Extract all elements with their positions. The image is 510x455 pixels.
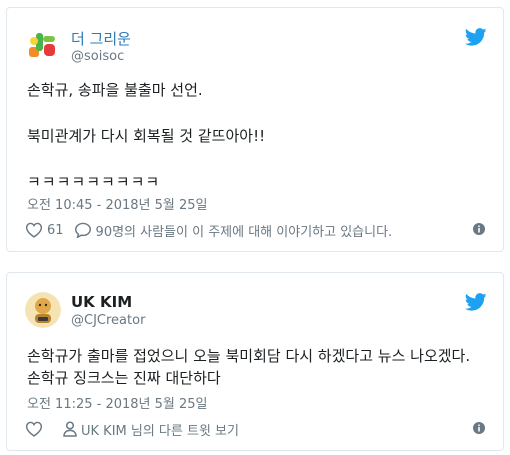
more-tweets-label: UK KIM 님의 다른 트윗 보기 [81, 423, 239, 439]
person-icon [63, 421, 77, 437]
heart-icon [25, 222, 43, 238]
user-handle[interactable]: @soisoc [71, 49, 124, 64]
tweet-actions: 61 90명의 사람들이 이 주제에 대해 이야기하고 있습니다. [25, 219, 485, 241]
display-name[interactable]: UK KIM [71, 293, 132, 311]
info-icon[interactable] [473, 422, 485, 434]
twitter-bird-icon[interactable] [465, 293, 487, 311]
tweet-text-line: ㅋㅋㅋㅋㅋㅋㅋㅋㅋ [27, 173, 161, 191]
display-name[interactable]: 더 그리운 [71, 28, 131, 49]
tweet-text: 손학규가 출마를 접었으니 오늘 북미회담 다시 하겠다고 뉴스 나오겠다. 손… [27, 347, 471, 387]
tweet-text-line: 북미관계가 다시 회복될 것 같뜨아아!! [27, 127, 266, 145]
user-handle[interactable]: @CJCreator [71, 313, 145, 328]
tweet-actions: UK KIM 님의 다른 트윗 보기 [25, 418, 485, 440]
more-tweets-link[interactable]: UK KIM 님의 다른 트윗 보기 [63, 420, 239, 439]
reply-bubble-icon [74, 222, 91, 238]
conversation-label: 90명의 사람들이 이 주제에 대해 이야기하고 있습니다. [95, 224, 393, 240]
tweet-card: 더 그리운 @soisoc 손학규, 송파을 불출마 선언. 북미관계가 다시 … [6, 7, 504, 252]
like-button[interactable]: 61 [25, 222, 64, 238]
tweet-card: UK KIM @CJCreator 손학규가 출마를 접었으니 오늘 북미회담 … [6, 272, 504, 451]
heart-icon [25, 421, 43, 437]
info-icon[interactable] [473, 223, 485, 235]
timestamp-link[interactable]: 오전 10:45 - 2018년 5월 25일 [27, 194, 208, 213]
twitter-bird-icon[interactable] [465, 28, 487, 46]
tweet-text-line: 손학규, 송파을 불출마 선언. [27, 81, 203, 99]
like-count: 61 [47, 222, 64, 238]
avatar[interactable] [25, 27, 61, 63]
timestamp-link[interactable]: 오전 11:25 - 2018년 5월 25일 [27, 393, 208, 412]
like-button[interactable] [25, 421, 47, 437]
avatar[interactable] [25, 292, 61, 328]
conversation-link[interactable]: 90명의 사람들이 이 주제에 대해 이야기하고 있습니다. [74, 221, 393, 240]
